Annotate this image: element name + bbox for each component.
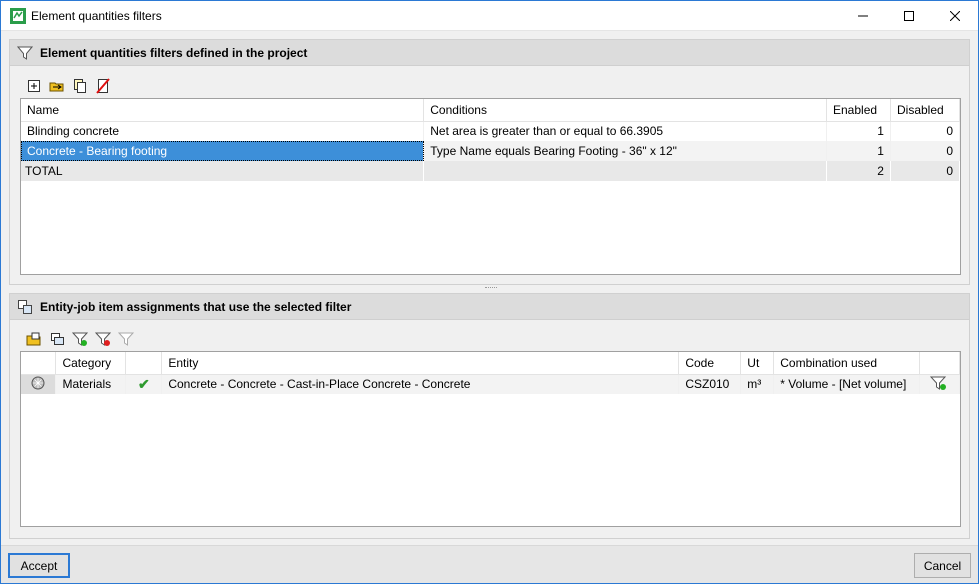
accept-button[interactable]: Accept [8,553,70,578]
filter-icon [17,46,33,60]
add-filter-button[interactable] [24,76,43,95]
filters-section-header: Element quantities filters defined in th… [10,40,969,66]
open-folder-icon [26,332,40,345]
cancel-button[interactable]: Cancel [914,553,971,578]
clear-filter-button[interactable] [116,329,135,348]
cell-conditions[interactable]: Net area is greater than or equal to 66.… [423,121,827,141]
column-header-status[interactable] [21,352,57,375]
filter-clear-icon [117,332,134,346]
cell-combination[interactable]: * Volume - [Net volume] [773,374,920,394]
edit-filter-button[interactable] [47,76,66,95]
assignments-section-title: Entity-job item assignments that use the… [40,300,352,314]
open-assignment-button[interactable] [24,329,43,348]
column-header-conditions[interactable]: Conditions [423,99,827,122]
column-header-combination[interactable]: Combination used [773,352,920,375]
assignments-toolbar [24,329,135,349]
cell-entity[interactable]: Concrete - Concrete - Cast-in-Place Conc… [161,374,680,394]
table-header-row: Name Conditions Enabled Disabled [21,99,960,122]
cell-disabled[interactable]: 0 [890,121,960,141]
column-header-enabled[interactable]: Enabled [826,99,891,122]
minimize-button[interactable] [840,1,886,31]
cell-category[interactable]: Materials [55,374,127,394]
app-icon [10,8,26,24]
title-bar: Element quantities filters [1,1,978,31]
maximize-icon [904,11,914,21]
dialog-window: Element quantities filters Element quant… [0,0,979,584]
cell-name[interactable]: Concrete - Bearing footing [21,141,425,161]
column-header-entity[interactable]: Entity [161,352,680,375]
minimize-icon [858,15,868,17]
edit-icon [49,82,63,91]
cell-ut[interactable]: m³ [740,374,775,394]
assignments-icon [18,300,32,314]
filter-disable-icon [94,332,111,346]
filters-toolbar [24,76,112,96]
total-label: TOTAL [21,161,425,181]
assignments-table: Category Entity Code Ut Combination used [20,351,961,527]
copy-filter-button[interactable] [70,76,89,95]
column-header-filter[interactable] [919,352,960,375]
column-header-category[interactable]: Category [55,352,127,375]
copy-icon [73,78,86,93]
delete-filter-button[interactable] [93,76,112,95]
table-row-selected[interactable]: Concrete - Bearing footing Type Name equ… [21,141,960,161]
assign-button[interactable] [47,329,66,348]
cell-disabled[interactable]: 0 [890,141,960,161]
column-header-check[interactable] [125,352,163,375]
filters-table: Name Conditions Enabled Disabled Blindin… [20,98,961,275]
close-button[interactable] [932,1,978,31]
column-header-disabled[interactable]: Disabled [890,99,960,122]
column-header-name[interactable]: Name [21,99,425,122]
cell-enabled[interactable]: 1 [826,121,891,141]
column-header-code[interactable]: Code [678,352,742,375]
total-conditions-cell [423,161,827,181]
disable-filter-button[interactable] [93,329,112,348]
enable-filter-button[interactable] [70,329,89,348]
delete-icon [95,77,110,94]
checkmark-icon: ✔ [138,375,150,392]
cell-conditions[interactable]: Type Name equals Bearing Footing - 36" x… [423,141,827,161]
material-icon [31,376,45,390]
filter-enable-icon [71,332,88,346]
table-row[interactable]: Blinding concrete Net area is greater th… [21,121,960,141]
cell-enabled[interactable]: 1 [826,141,891,161]
filter-enabled-icon [930,376,947,390]
dialog-footer: Accept Cancel [1,545,978,583]
dialog-content: Element quantities filters defined in th… [1,31,978,583]
filters-section: Element quantities filters defined in th… [9,39,970,285]
assignments-section: Entity-job item assignments that use the… [9,293,970,539]
cell-filter[interactable] [919,374,960,394]
total-row: TOTAL 2 0 [21,161,960,181]
section-splitter[interactable] [485,287,497,290]
cell-code[interactable]: CSZ010 [678,374,742,394]
cell-check[interactable]: ✔ [125,374,163,394]
table-row[interactable]: Materials ✔ Concrete - Concrete - Cast-i… [21,374,960,394]
filters-section-title: Element quantities filters defined in th… [40,46,308,60]
assignments-section-header: Entity-job item assignments that use the… [10,294,969,320]
close-icon [950,11,960,21]
window-title: Element quantities filters [31,9,162,23]
column-header-ut[interactable]: Ut [740,352,775,375]
material-cell[interactable] [21,374,57,394]
maximize-button[interactable] [886,1,932,31]
total-enabled: 2 [826,161,891,181]
add-icon [27,79,40,92]
cell-name[interactable]: Blinding concrete [21,121,425,141]
table-header-row: Category Entity Code Ut Combination used [21,352,960,375]
assign-icon [50,332,64,345]
total-disabled: 0 [890,161,960,181]
